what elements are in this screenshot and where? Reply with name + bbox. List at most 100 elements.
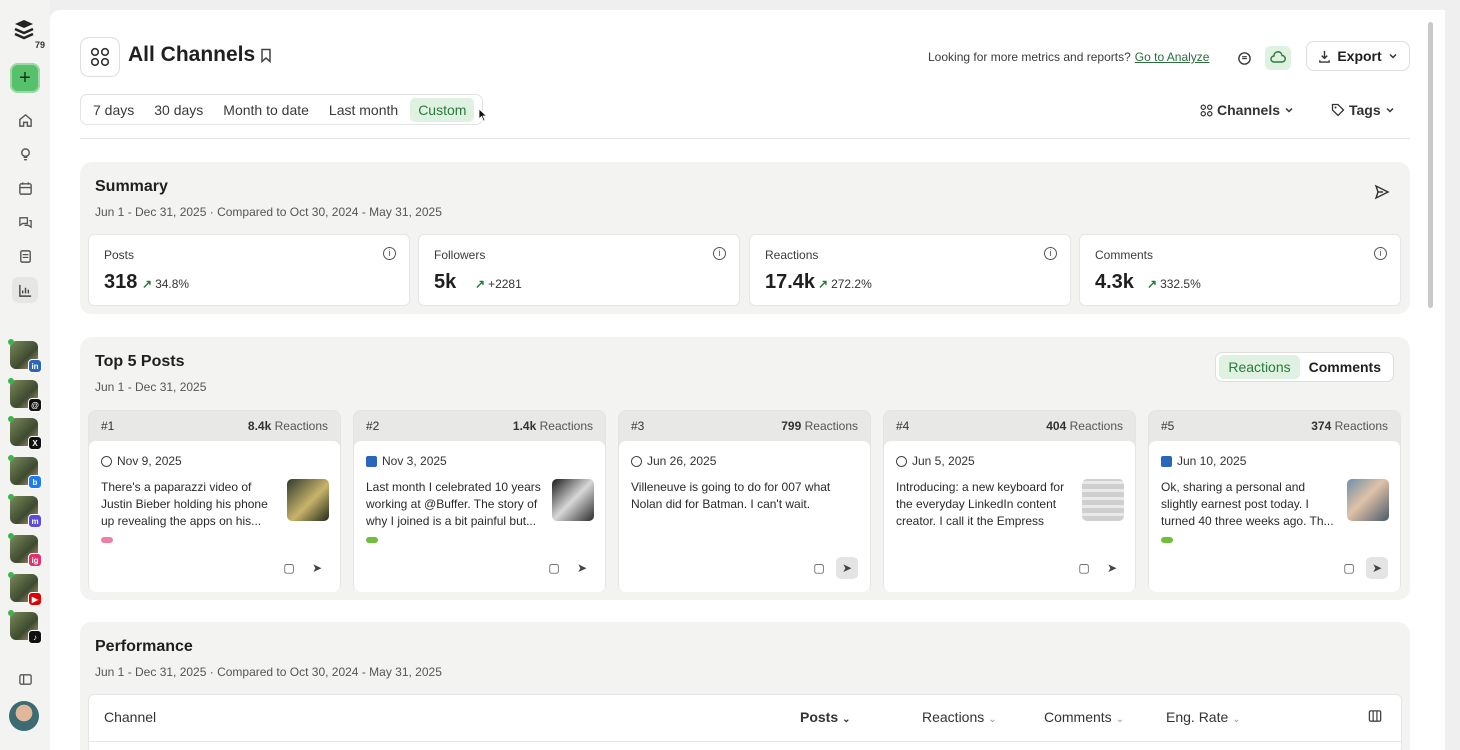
range-option-7-days[interactable]: 7 days — [85, 98, 142, 122]
reactions-value: 1.4k — [512, 419, 537, 433]
book-icon[interactable] — [12, 243, 38, 269]
youtube-icon: ▶ — [28, 592, 42, 606]
range-option-month-to-date[interactable]: Month to date — [215, 98, 317, 122]
post-reactions-count: 799 Reactions — [781, 419, 858, 433]
channel-avatar-instagram[interactable]: ig — [8, 533, 42, 567]
channel-avatar-mastodon[interactable]: m — [8, 494, 42, 528]
channel-avatar-youtube[interactable]: ▶ — [8, 572, 42, 606]
metric-change-value: 332.5% — [1160, 277, 1201, 291]
chart-icon[interactable] — [12, 277, 38, 303]
share-send-icon[interactable] — [1374, 184, 1390, 204]
range-option-last-month[interactable]: Last month — [321, 98, 406, 122]
range-option-custom[interactable]: Custom — [410, 97, 475, 122]
info-icon[interactable]: i — [713, 247, 726, 260]
trending-up-icon: ↗ — [818, 277, 829, 291]
info-icon[interactable]: i — [383, 247, 396, 260]
col-header-comments[interactable]: Comments ⌄ — [1044, 709, 1124, 725]
summary-title: Summary — [95, 178, 168, 195]
post-date-text: Jun 5, 2025 — [912, 454, 975, 468]
col-header-reactions[interactable]: Reactions ⌄ — [922, 709, 997, 725]
top-posts-date-range: Jun 1 - Dec 31, 2025 — [95, 380, 207, 394]
comment-icon[interactable]: ▢ — [1338, 557, 1360, 579]
send-icon[interactable]: ➤ — [836, 557, 858, 579]
post-thumbnail[interactable] — [1082, 479, 1124, 521]
post-body: Jun 26, 2025 Villeneuve is going to do fo… — [619, 441, 870, 592]
metric-value: 17.4k — [765, 271, 816, 293]
channel-avatar-threads[interactable]: @ — [8, 378, 42, 412]
post-card[interactable]: #5 374 Reactions Jun 10, 2025 Ok, sharing a… — [1148, 410, 1401, 592]
post-text: There's a paparazzi video of Justin Bieb… — [101, 480, 268, 528]
post-thumbnail[interactable] — [287, 479, 329, 521]
post-rank: #3 — [631, 419, 645, 433]
metric-label: Posts — [104, 248, 135, 262]
home-icon[interactable] — [12, 107, 38, 133]
go-to-analyze-link[interactable]: Go to Analyze — [1135, 50, 1210, 64]
new-post-button[interactable]: + — [10, 63, 40, 93]
post-thumbnail[interactable] — [1347, 479, 1389, 521]
metric-change-value: +2281 — [488, 277, 522, 291]
metric-change: ↗ 272.2% — [818, 277, 872, 291]
post-body: Nov 9, 2025 There's a paparazzi video of … — [89, 441, 340, 592]
summary-card: Summary Jun 1 - Dec 31, 2025 · Compared … — [80, 162, 1410, 314]
export-button[interactable]: Export — [1306, 41, 1410, 71]
channel-avatar-x[interactable]: X — [8, 416, 42, 450]
comment-icon[interactable]: ▢ — [1073, 557, 1095, 579]
post-thumbnail[interactable] — [552, 479, 594, 521]
post-reactions-count: 374 Reactions — [1311, 419, 1388, 433]
col-header-posts[interactable]: Posts ⌄ — [800, 709, 851, 725]
metric-card-followers: Followers i 5k ↗ +2281 — [418, 234, 740, 306]
col-header-eng-rate[interactable]: Eng. Rate ⌄ — [1166, 709, 1241, 725]
comment-icon[interactable]: ▢ — [808, 557, 830, 579]
post-rank: #5 — [1161, 419, 1175, 433]
performance-date-range: Jun 1 - Dec 31, 2025 · Compared to Oct 3… — [95, 665, 442, 679]
info-icon[interactable]: i — [1044, 247, 1057, 260]
channel-avatar-tiktok[interactable]: ♪ — [8, 610, 42, 644]
bookmark-icon[interactable] — [260, 48, 272, 66]
threads-icon — [101, 455, 112, 467]
range-option-30-days[interactable]: 30 days — [146, 98, 211, 122]
post-card[interactable]: #3 799 Reactions Jun 26, 2025 Villeneuve is… — [618, 410, 871, 592]
post-card[interactable]: #1 8.4k Reactions Nov 9, 2025 There's a pap… — [88, 410, 341, 592]
send-icon[interactable]: ➤ — [1366, 557, 1388, 579]
tags-filter[interactable]: Tags — [1331, 102, 1395, 118]
toggle-reactions[interactable]: Reactions — [1219, 355, 1300, 379]
threads-icon: @ — [28, 398, 42, 412]
connected-status-dot — [8, 610, 14, 616]
scrollbar[interactable] — [1428, 22, 1433, 308]
channel-avatar-bluesky[interactable]: b — [8, 455, 42, 489]
post-date: Nov 9, 2025 — [101, 454, 182, 468]
send-icon[interactable]: ➤ — [1101, 557, 1123, 579]
send-icon[interactable]: ➤ — [571, 557, 593, 579]
column-settings-icon[interactable] — [1368, 709, 1383, 726]
send-icon[interactable]: ➤ — [306, 557, 328, 579]
metric-label: Reactions — [765, 248, 819, 262]
date-range-selector: 7 days 30 days Month to date Last month Cust… — [80, 94, 484, 125]
feedback-icon[interactable] — [1231, 46, 1257, 70]
divider — [80, 138, 1410, 139]
chat-icon[interactable] — [12, 209, 38, 235]
toggle-comments[interactable]: Comments — [1300, 355, 1390, 379]
connected-status-dot — [8, 416, 14, 422]
calendar-icon[interactable] — [12, 175, 38, 201]
lightbulb-icon[interactable] — [12, 141, 38, 167]
reactions-word: Reactions — [1069, 419, 1123, 433]
channels-filter[interactable]: Channels — [1200, 102, 1294, 118]
post-date-text: Jun 10, 2025 — [1177, 454, 1247, 468]
top-posts-title: Top 5 Posts — [95, 353, 185, 370]
post-card[interactable]: #2 1.4k Reactions Nov 3, 2025 Last month I … — [353, 410, 606, 592]
collapse-sidebar-icon[interactable] — [12, 666, 38, 692]
col-header-eng-rate-label: Eng. Rate — [1166, 709, 1229, 725]
post-card[interactable]: #4 404 Reactions Jun 5, 2025 Introducing: a… — [883, 410, 1136, 592]
comment-icon[interactable]: ▢ — [543, 557, 565, 579]
comment-icon[interactable]: ▢ — [278, 557, 300, 579]
info-icon[interactable]: i — [1374, 247, 1387, 260]
post-date-text: Nov 3, 2025 — [382, 454, 447, 468]
buffer-logo-icon[interactable]: 79 — [13, 18, 45, 50]
sync-cloud-icon[interactable] — [1265, 46, 1291, 70]
post-rank: #1 — [101, 419, 115, 433]
user-avatar[interactable] — [9, 701, 39, 731]
mastodon-icon: m — [28, 514, 42, 528]
reactions-value: 404 — [1046, 419, 1067, 433]
channel-avatar-linkedin[interactable]: in — [8, 339, 42, 373]
post-actions: ▢ ➤ — [1338, 557, 1388, 579]
